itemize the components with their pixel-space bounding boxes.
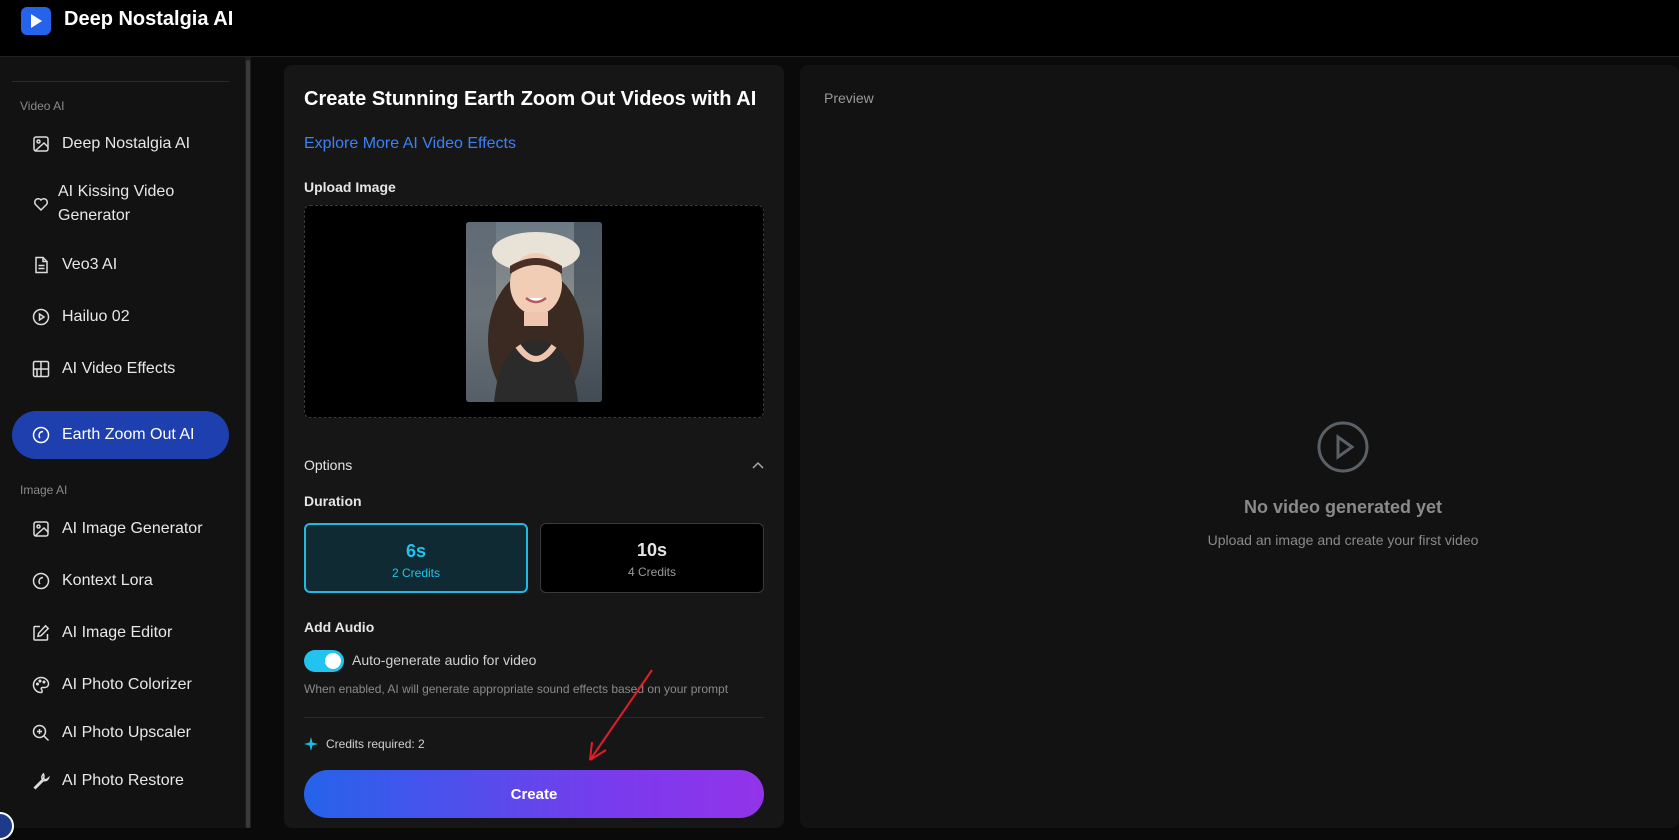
- app-logo[interactable]: [21, 7, 51, 35]
- options-toggle[interactable]: Options: [304, 457, 764, 473]
- sidebar-item-label: AI Photo Restore: [62, 772, 184, 789]
- duration-option-6s[interactable]: 6s 2 Credits: [304, 523, 528, 593]
- auto-audio-toggle[interactable]: [304, 650, 344, 672]
- app-title[interactable]: Deep Nostalgia AI: [64, 8, 233, 31]
- image-icon: [31, 134, 51, 154]
- create-button[interactable]: Create: [304, 770, 764, 818]
- layout-grid-icon: [31, 359, 51, 379]
- preview-panel: Preview No video generated yet Upload an…: [800, 65, 1679, 828]
- duration-credits: 4 Credits: [627, 565, 677, 579]
- section-label-video-ai: Video AI: [20, 99, 65, 113]
- sidebar-item-ai-photo-colorizer[interactable]: AI Photo Colorizer: [12, 667, 229, 703]
- sidebar-item-ai-image-generator[interactable]: AI Image Generator: [12, 511, 229, 547]
- sidebar-item-label: Earth Zoom Out AI: [62, 426, 195, 443]
- sidebar-item-label: Veo3 AI: [62, 256, 118, 273]
- sidebar: Video AI Deep Nostalgia AI AI Kissing Vi…: [0, 57, 245, 828]
- palette-icon: [31, 675, 51, 695]
- duration-value: 6s: [405, 541, 427, 561]
- sidebar-item-label: Hailuo 02: [62, 308, 130, 325]
- sidebar-item-ai-image-editor[interactable]: AI Image Editor: [12, 615, 229, 651]
- top-bar: Deep Nostalgia AI: [0, 0, 1679, 57]
- sidebar-item-hailuo-02[interactable]: Hailuo 02: [12, 299, 229, 335]
- sidebar-item-label: Kontext Lora: [62, 572, 153, 589]
- sidebar-item-ai-kissing-video-generator[interactable]: AI Kissing Video Generator: [12, 179, 229, 229]
- auto-audio-label: Auto-generate audio for video: [352, 652, 537, 668]
- explore-effects-link[interactable]: Explore More AI Video Effects: [304, 135, 516, 153]
- create-panel: Create Stunning Earth Zoom Out Videos wi…: [284, 65, 784, 828]
- sidebar-divider: [12, 81, 229, 82]
- credits-required: Credits required: 2: [304, 737, 425, 751]
- preview-label: Preview: [824, 90, 874, 106]
- sidebar-item-label: AI Image Generator: [62, 520, 203, 537]
- sidebar-item-deep-nostalgia-ai[interactable]: Deep Nostalgia AI: [12, 126, 229, 162]
- play-circle-icon: [31, 307, 51, 327]
- sidebar-item-label: AI Image Editor: [62, 624, 173, 641]
- chevron-up-icon: [752, 461, 764, 469]
- divider: [304, 717, 764, 718]
- audio-hint-text: When enabled, AI will generate appropria…: [304, 682, 729, 696]
- sidebar-item-label: Deep Nostalgia AI: [62, 135, 191, 152]
- edit-icon: [31, 623, 51, 643]
- sidebar-item-label: AI Video Effects: [62, 360, 176, 377]
- sidebar-item-label: AI Photo Upscaler: [62, 724, 191, 741]
- image-icon: [31, 519, 51, 539]
- heart-icon: [31, 194, 51, 214]
- sidebar-scrollbar-thumb[interactable]: [246, 60, 250, 828]
- sidebar-item-label: AI Photo Colorizer: [62, 676, 192, 693]
- duration-value: 10s: [636, 540, 668, 560]
- document-icon: [31, 255, 51, 275]
- wrench-icon: [31, 771, 51, 791]
- toggle-knob: [325, 653, 341, 669]
- duration-option-10s[interactable]: 10s 4 Credits: [540, 523, 764, 593]
- upload-image-label: Upload Image: [304, 179, 396, 195]
- zoom-in-icon: [31, 723, 51, 743]
- empty-state-subtitle: Upload an image and create your first vi…: [1207, 532, 1479, 548]
- image-upload-dropzone[interactable]: [304, 205, 764, 418]
- options-label: Options: [304, 457, 353, 473]
- duration-label: Duration: [304, 493, 362, 509]
- section-label-image-ai: Image AI: [20, 483, 68, 497]
- circle-icon: [31, 571, 51, 591]
- sidebar-item-earth-zoom-out-ai[interactable]: Earth Zoom Out AI: [12, 411, 229, 459]
- play-icon: [31, 14, 42, 28]
- circle-icon: [31, 425, 51, 445]
- empty-state-title: No video generated yet: [1243, 497, 1443, 517]
- sidebar-item-kontext-lora[interactable]: Kontext Lora: [12, 563, 229, 599]
- uploaded-image-thumbnail: [466, 222, 602, 402]
- add-audio-label: Add Audio: [304, 619, 375, 635]
- sidebar-item-veo3-ai[interactable]: Veo3 AI: [12, 247, 229, 283]
- sidebar-item-label: AI Kissing Video Generator: [58, 183, 175, 224]
- sidebar-item-ai-photo-restore[interactable]: AI Photo Restore: [12, 763, 229, 799]
- credits-required-text: Credits required: 2: [326, 737, 425, 751]
- play-circle-icon: [1317, 421, 1369, 473]
- sidebar-item-ai-photo-upscaler[interactable]: AI Photo Upscaler: [12, 715, 229, 751]
- page-title: Create Stunning Earth Zoom Out Videos wi…: [304, 88, 757, 110]
- duration-credits: 2 Credits: [391, 566, 441, 580]
- sidebar-item-ai-video-effects[interactable]: AI Video Effects: [12, 351, 229, 387]
- sparkle-icon: [304, 737, 318, 751]
